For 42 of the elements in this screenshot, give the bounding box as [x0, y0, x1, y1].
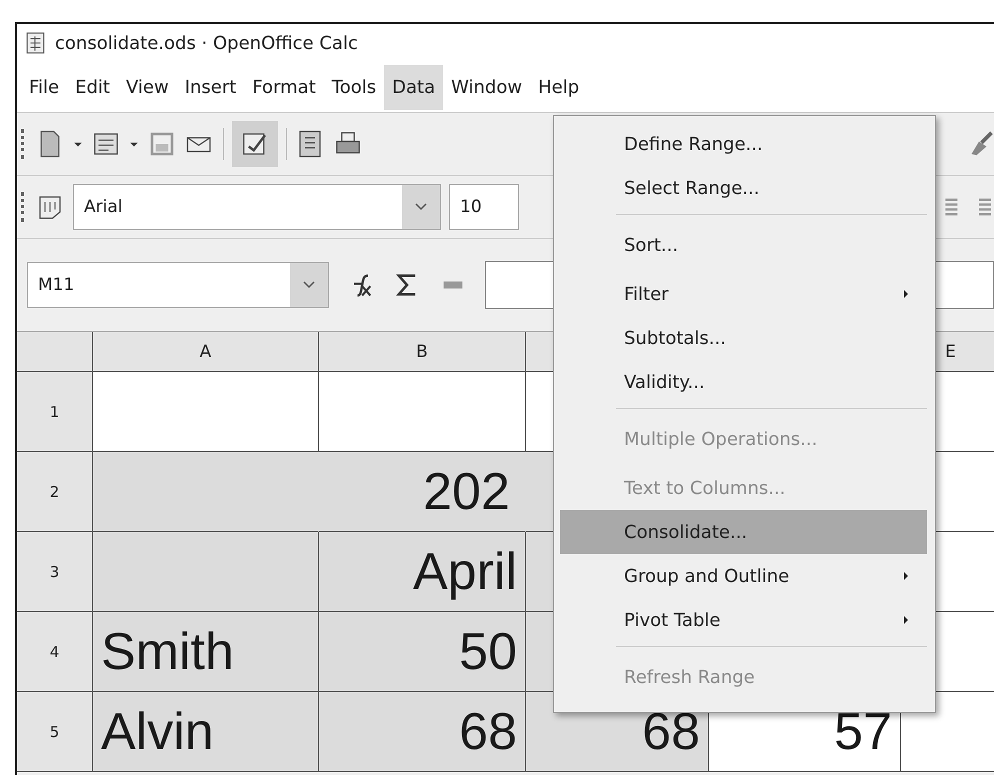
menu-item[interactable]: Insert: [176, 64, 244, 110]
row-header[interactable]: 3: [17, 532, 93, 612]
spreadsheet-icon: [25, 32, 47, 54]
menu-item[interactable]: View: [118, 64, 177, 110]
menu-item[interactable]: Data: [384, 64, 444, 110]
font-size-field[interactable]: 10: [449, 184, 519, 230]
font-name-field[interactable]: Arial: [73, 184, 441, 230]
menu-item[interactable]: Sort...: [560, 210, 927, 272]
menu-item[interactable]: Validity...: [560, 360, 927, 404]
menu-item[interactable]: Help: [530, 64, 588, 110]
table-cell: Smith: [93, 612, 319, 692]
menu-item[interactable]: Select Range...: [560, 166, 927, 210]
submenu-arrow-icon: [903, 615, 909, 625]
menu-item[interactable]: Consolidate...: [560, 510, 927, 554]
select-all-corner[interactable]: [17, 332, 93, 372]
window-title: consolidate.ods · OpenOffice Calc: [55, 32, 358, 54]
menu-item[interactable]: Window: [443, 64, 530, 110]
row-header[interactable]: 2: [17, 452, 93, 532]
row-header[interactable]: 1: [17, 372, 93, 452]
menu-item[interactable]: Format: [244, 64, 324, 110]
menu-item[interactable]: Tools: [324, 64, 384, 110]
table-cell: April: [319, 532, 526, 612]
menu-item[interactable]: Group and Outline: [560, 554, 927, 598]
column-header[interactable]: A: [93, 332, 319, 372]
table-cell: 50: [319, 612, 526, 692]
chevron-down-icon[interactable]: [415, 203, 427, 211]
menu-item[interactable]: Filter: [560, 272, 927, 316]
table-cell: Alvin: [93, 692, 319, 772]
chevron-down-icon[interactable]: [303, 281, 315, 289]
edit-mode-button[interactable]: [232, 121, 278, 167]
row-header[interactable]: 4: [17, 612, 93, 692]
submenu-arrow-icon: [903, 571, 909, 581]
column-header[interactable]: B: [319, 332, 526, 372]
menu-item[interactable]: Subtotals...: [560, 316, 927, 360]
submenu-arrow-icon: [903, 289, 909, 299]
menu-item[interactable]: Edit: [67, 64, 118, 110]
menu-item[interactable]: File: [21, 64, 68, 110]
name-box[interactable]: M11: [27, 262, 329, 308]
menu-item[interactable]: Define Range...: [560, 122, 927, 166]
row-header[interactable]: 5: [17, 692, 93, 772]
table-cell: 68: [319, 692, 526, 772]
menu-item[interactable]: Pivot Table: [560, 598, 927, 642]
